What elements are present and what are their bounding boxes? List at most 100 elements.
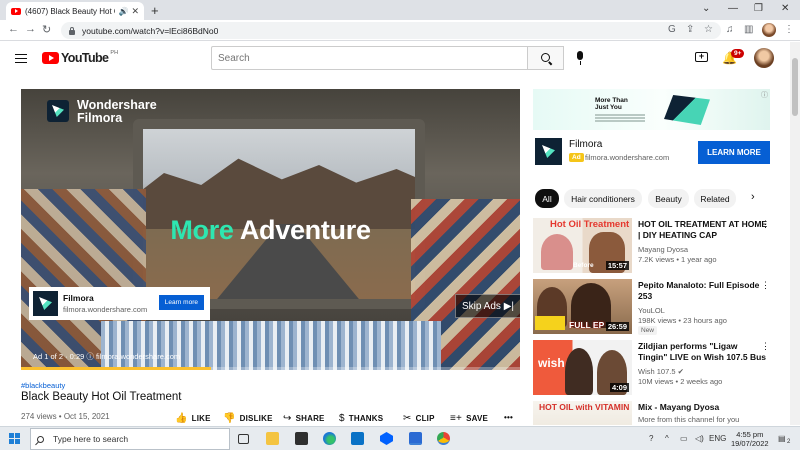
video-title: Pepito Manaloto: Full Episode 253 [638,280,760,301]
back-icon[interactable]: ← [8,23,19,35]
channel-name[interactable]: Wish 107.5 ✔ [638,367,684,376]
network-icon[interactable]: ▭ [680,434,688,443]
youtube-masthead: YouTube PH + 🔔 [0,42,790,76]
recommended-mix[interactable]: HOT OIL with VITAMIN E Mix - Mayang Dyos… [533,401,770,425]
youtube-wordmark: YouTube [61,51,109,65]
new-badge: New [638,326,658,335]
chevron-right-icon[interactable]: › [751,191,755,203]
banner-artwork [664,95,710,125]
volume-icon[interactable]: ◁) [695,434,704,443]
edge-icon[interactable] [323,432,336,445]
browser-tab[interactable]: (4607) Black Beauty Hot Oil T 🔊 ✕ [6,2,144,20]
create-video-icon[interactable]: + [695,52,708,62]
bookmark-star-icon[interactable]: ☆ [704,24,713,35]
chip-related[interactable]: Related [694,189,736,208]
filmora-card-icon [33,291,58,316]
mail-icon[interactable] [351,432,364,445]
channel-name[interactable]: Mayang Dyosa [638,245,688,254]
learn-more-button[interactable]: LEARN MORE [698,141,770,164]
share-page-icon[interactable]: ⇪ [686,24,694,35]
taskbar-search-box[interactable]: Type here to search [30,428,230,450]
restore-button[interactable]: ❐ [754,3,763,14]
video-thumbnail[interactable]: Hot Oil Treatment Before 15:57 [533,218,632,273]
reload-icon[interactable]: ↻ [42,23,51,36]
in-video-ad-card[interactable]: Filmora filmora.wondershare.com Learn mo… [29,287,210,320]
lock-icon[interactable] [69,26,75,35]
banner-heading-line-2: Just You [595,104,622,111]
search-button[interactable] [527,46,564,70]
tab-title: (4607) Black Beauty Hot Oil T [25,6,115,16]
share-button[interactable]: ↪ SHARE [283,413,325,424]
ad-card-learn-more-button[interactable]: Learn more [158,295,204,310]
headline-rest: Adventure [233,215,371,245]
chip-beauty[interactable]: Beauty [648,189,689,208]
google-lens-icon[interactable]: G [668,24,676,35]
chrome-profile-avatar[interactable] [762,23,776,37]
tab-search-icon[interactable]: ⌄ [702,3,710,14]
video-title: HOT OIL TREATMENT AT HOME | DIY HEATING … [638,219,768,240]
more-options-icon[interactable]: ⋮ [761,280,770,291]
side-panel-icon[interactable]: ▥ [744,24,753,35]
speaker-icon[interactable]: 🔊 [118,7,128,16]
ad-card-title: Filmora [63,293,94,303]
youtube-logo[interactable]: YouTube PH [42,50,118,65]
sidebar-banner-ad[interactable]: More Than Just You ⓘ [533,89,770,130]
ad-info-icon[interactable]: ⓘ [761,90,768,100]
more-actions-button[interactable]: ••• [504,413,513,422]
dislike-button[interactable]: 👎 DISLIKE [223,413,273,424]
action-center-icon[interactable]: ▤ [778,434,786,443]
recommended-video[interactable]: wish 4:09 Zildjian performs "Ligaw Tingi… [533,340,770,398]
windows-start-icon[interactable] [9,433,20,444]
help-icon[interactable]: ? [649,434,653,443]
scrollbar-thumb[interactable] [792,58,798,116]
forward-icon[interactable]: → [25,23,36,35]
thumb-yellow-band [535,316,565,330]
add-playlist-icon: ≡+ [450,413,463,424]
store-icon[interactable] [295,432,308,445]
dropbox-icon[interactable] [380,432,393,445]
video-thumbnail[interactable]: wish 4:09 [533,340,632,395]
chrome-icon[interactable] [437,432,450,445]
close-tab-icon[interactable]: ✕ [131,6,139,17]
show-hidden-icons-icon[interactable]: ^ [665,434,669,443]
account-avatar[interactable] [754,48,774,68]
taskbar-clock[interactable]: 4:55 pm 19/07/2022 [731,430,769,448]
ad-info-text[interactable]: Ad 1 of 2 · 0:29 ⓘ filmora.wondershare.c… [33,351,180,362]
video-thumbnail[interactable]: FULL EP 26:59 [533,279,632,334]
video-player[interactable]: Wondershare Filmora More Adventure Filmo… [21,89,520,370]
search-input[interactable] [211,46,528,70]
recommended-video[interactable]: Hot Oil Treatment Before 15:57 HOT OIL T… [533,218,770,276]
guide-menu-icon[interactable] [15,54,27,63]
more-actions-label: ••• [504,413,514,422]
page-scrollbar[interactable] [790,42,800,425]
task-view-icon[interactable] [238,434,249,444]
address-bar[interactable]: youtube.com/watch?v=lEci86BdNo0 [61,22,721,39]
more-options-icon[interactable]: ⋮ [761,341,770,352]
clip-button[interactable]: ✂ CLIP [403,413,435,424]
video-thumbnail[interactable]: HOT OIL with VITAMIN E [533,401,632,425]
more-options-icon[interactable]: ⋮ [761,219,770,230]
bed-graphic [101,321,441,370]
minimize-button[interactable]: — [728,3,738,14]
thanks-button[interactable]: $ THANKS [339,413,383,424]
like-button[interactable]: 👍 LIKE [175,413,211,424]
recommended-video[interactable]: FULL EP 26:59 Pepito Manaloto: Full Epis… [533,279,770,337]
chip-hair-conditioners[interactable]: Hair conditioners [564,189,642,208]
scissors-icon: ✂ [403,413,412,424]
channel-name[interactable]: YouLOL [638,306,665,315]
media-control-icon[interactable]: ♫ [726,24,734,35]
file-explorer-icon[interactable] [266,432,279,445]
chrome-menu-icon[interactable]: ⋮ [784,24,794,35]
language-indicator[interactable]: ENG [709,434,726,443]
chip-all[interactable]: All [535,189,559,208]
windows-taskbar: Type here to search ? ^ ▭ ◁) ENG 4:55 pm… [0,426,800,450]
save-button[interactable]: ≡+ SAVE [450,413,488,424]
video-hashtag[interactable]: #blackbeauty [21,381,65,390]
word-icon[interactable] [409,432,422,445]
skip-ads-button[interactable]: Skip Ads ▶| [455,294,520,318]
ad-progress-bar[interactable] [21,367,520,370]
voice-search-icon[interactable] [573,51,587,67]
ad-progress-fill [21,367,211,370]
window-close-button[interactable]: ✕ [781,3,789,14]
new-tab-button[interactable]: + [151,3,159,18]
